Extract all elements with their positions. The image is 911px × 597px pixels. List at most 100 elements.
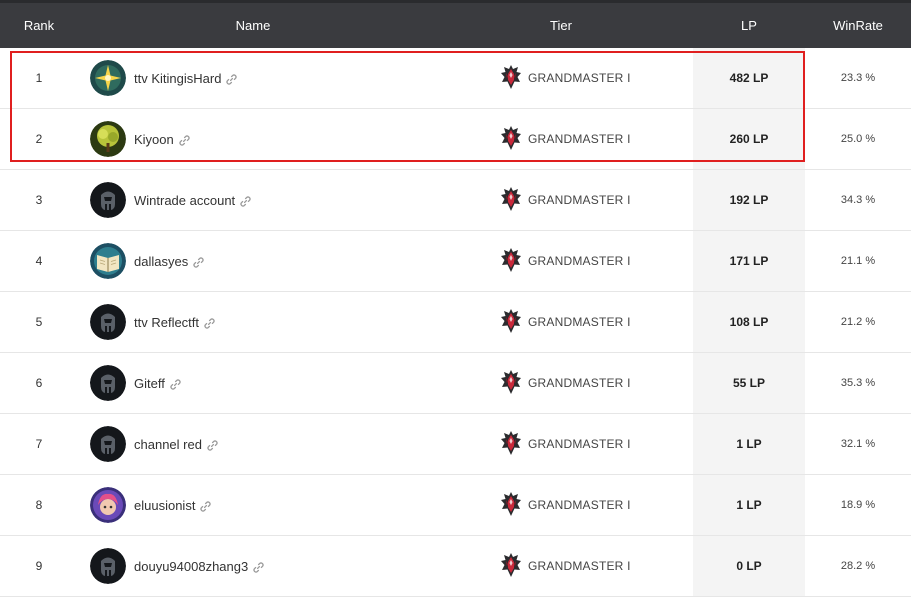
tier-label: GRANDMASTER I <box>528 437 631 451</box>
grandmaster-emblem-icon <box>499 64 523 93</box>
name-cell[interactable]: Kiyoon <box>90 109 470 169</box>
name-cell[interactable]: ttv KitingisHard <box>90 48 470 108</box>
table-row[interactable]: 5 ttv Reflectft GRANDMASTER I 108 LP 21.… <box>0 292 911 353</box>
winrate-cell: 34.3 % <box>840 194 876 206</box>
winrate-cell: 21.2 % <box>840 316 876 328</box>
header-lp[interactable]: LP <box>693 3 805 48</box>
star-icon-avatar <box>90 60 126 96</box>
player-name[interactable]: eluusionist <box>134 498 195 513</box>
link-icon[interactable] <box>193 256 204 268</box>
winrate-cell: 35.3 % <box>840 377 876 389</box>
winrate-cell: 21.1 % <box>840 255 876 267</box>
lp-cell: 482 LP <box>693 48 805 108</box>
grandmaster-emblem-icon <box>499 369 523 398</box>
player-name[interactable]: dallasyes <box>134 254 188 269</box>
helmet-icon-avatar <box>90 426 126 462</box>
lp-cell: 108 LP <box>693 292 805 352</box>
winrate-cell: 23.3 % <box>840 72 876 84</box>
tier-label: GRANDMASTER I <box>528 315 631 329</box>
link-icon[interactable] <box>253 561 264 573</box>
lp-cell: 1 LP <box>693 414 805 474</box>
rank-cell: 5 <box>35 315 43 329</box>
table-row[interactable]: 8 eluusionist GRANDMASTER I 1 LP 18.9 % <box>0 475 911 536</box>
lp-cell: 55 LP <box>693 353 805 413</box>
table-row[interactable]: 3 Wintrade account GRANDMASTER I 192 LP … <box>0 170 911 231</box>
tier-cell: GRANDMASTER I <box>499 48 679 108</box>
header-rank[interactable]: Rank <box>0 3 78 48</box>
book-icon-avatar <box>90 243 126 279</box>
rank-cell: 6 <box>35 376 43 390</box>
tree-icon-avatar <box>90 121 126 157</box>
grandmaster-emblem-icon <box>499 186 523 215</box>
grandmaster-emblem-icon <box>499 552 523 581</box>
player-name[interactable]: ttv KitingisHard <box>134 71 221 86</box>
table-body: 1 ttv KitingisHard GRANDMASTER I 482 LP … <box>0 48 911 597</box>
tier-cell: GRANDMASTER I <box>499 353 679 413</box>
tier-cell: GRANDMASTER I <box>499 475 679 535</box>
tier-label: GRANDMASTER I <box>528 193 631 207</box>
name-cell[interactable]: dallasyes <box>90 231 470 291</box>
rank-cell: 9 <box>35 559 43 573</box>
link-icon[interactable] <box>204 317 215 329</box>
name-cell[interactable]: eluusionist <box>90 475 470 535</box>
tier-cell: GRANDMASTER I <box>499 536 679 596</box>
grandmaster-emblem-icon <box>499 125 523 154</box>
table-row[interactable]: 9 douyu94008zhang3 GRANDMASTER I 0 LP 28… <box>0 536 911 597</box>
table-row[interactable]: 1 ttv KitingisHard GRANDMASTER I 482 LP … <box>0 48 911 109</box>
player-name[interactable]: channel red <box>134 437 202 452</box>
rank-cell: 7 <box>35 437 43 451</box>
helmet-icon-avatar <box>90 365 126 401</box>
player-name[interactable]: Wintrade account <box>134 193 235 208</box>
table-row[interactable]: 6 Giteff GRANDMASTER I 55 LP 35.3 % <box>0 353 911 414</box>
header-name[interactable]: Name <box>90 3 416 48</box>
player-name[interactable]: Kiyoon <box>134 132 174 147</box>
winrate-cell: 25.0 % <box>840 133 876 145</box>
helmet-icon-avatar <box>90 548 126 584</box>
tier-cell: GRANDMASTER I <box>499 109 679 169</box>
rank-cell: 1 <box>35 71 43 85</box>
name-cell[interactable]: Wintrade account <box>90 170 470 230</box>
winrate-cell: 32.1 % <box>840 438 876 450</box>
name-cell[interactable]: ttv Reflectft <box>90 292 470 352</box>
lp-cell: 0 LP <box>693 536 805 596</box>
grandmaster-emblem-icon <box>499 308 523 337</box>
tier-label: GRANDMASTER I <box>528 132 631 146</box>
player-name[interactable]: ttv Reflectft <box>134 315 199 330</box>
header-tier[interactable]: Tier <box>499 3 623 48</box>
winrate-cell: 18.9 % <box>840 499 876 511</box>
tier-cell: GRANDMASTER I <box>499 292 679 352</box>
player-name[interactable]: Giteff <box>134 376 165 391</box>
rank-cell: 3 <box>35 193 43 207</box>
grandmaster-emblem-icon <box>499 247 523 276</box>
name-cell[interactable]: channel red <box>90 414 470 474</box>
character-icon-avatar <box>90 487 126 523</box>
lp-cell: 260 LP <box>693 109 805 169</box>
player-name[interactable]: douyu94008zhang3 <box>134 559 248 574</box>
tier-label: GRANDMASTER I <box>528 559 631 573</box>
table-row[interactable]: 2 Kiyoon GRANDMASTER I 260 LP 25.0 % <box>0 109 911 170</box>
link-icon[interactable] <box>226 73 238 85</box>
rank-cell: 2 <box>35 132 43 146</box>
grandmaster-emblem-icon <box>499 491 523 520</box>
name-cell[interactable]: Giteff <box>90 353 470 413</box>
link-icon[interactable] <box>170 378 181 390</box>
link-icon[interactable] <box>179 134 190 146</box>
header-winrate[interactable]: WinRate <box>805 3 911 48</box>
link-icon[interactable] <box>240 195 251 207</box>
link-icon[interactable] <box>207 439 218 451</box>
tier-cell: GRANDMASTER I <box>499 414 679 474</box>
link-icon[interactable] <box>200 500 212 512</box>
name-cell[interactable]: douyu94008zhang3 <box>90 536 470 596</box>
table-row[interactable]: 4 dallasyes GRANDMASTER I 171 LP 21.1 % <box>0 231 911 292</box>
helmet-icon-avatar <box>90 304 126 340</box>
tier-cell: GRANDMASTER I <box>499 170 679 230</box>
lp-cell: 1 LP <box>693 475 805 535</box>
rank-cell: 8 <box>35 498 43 512</box>
table-row[interactable]: 7 channel red GRANDMASTER I 1 LP 32.1 % <box>0 414 911 475</box>
lp-cell: 192 LP <box>693 170 805 230</box>
grandmaster-emblem-icon <box>499 430 523 459</box>
table-header: Rank Name Tier LP WinRate <box>0 0 911 48</box>
tier-label: GRANDMASTER I <box>528 254 631 268</box>
leaderboard: Rank Name Tier LP WinRate 1 ttv Kitingis… <box>0 0 911 597</box>
tier-label: GRANDMASTER I <box>528 498 631 512</box>
